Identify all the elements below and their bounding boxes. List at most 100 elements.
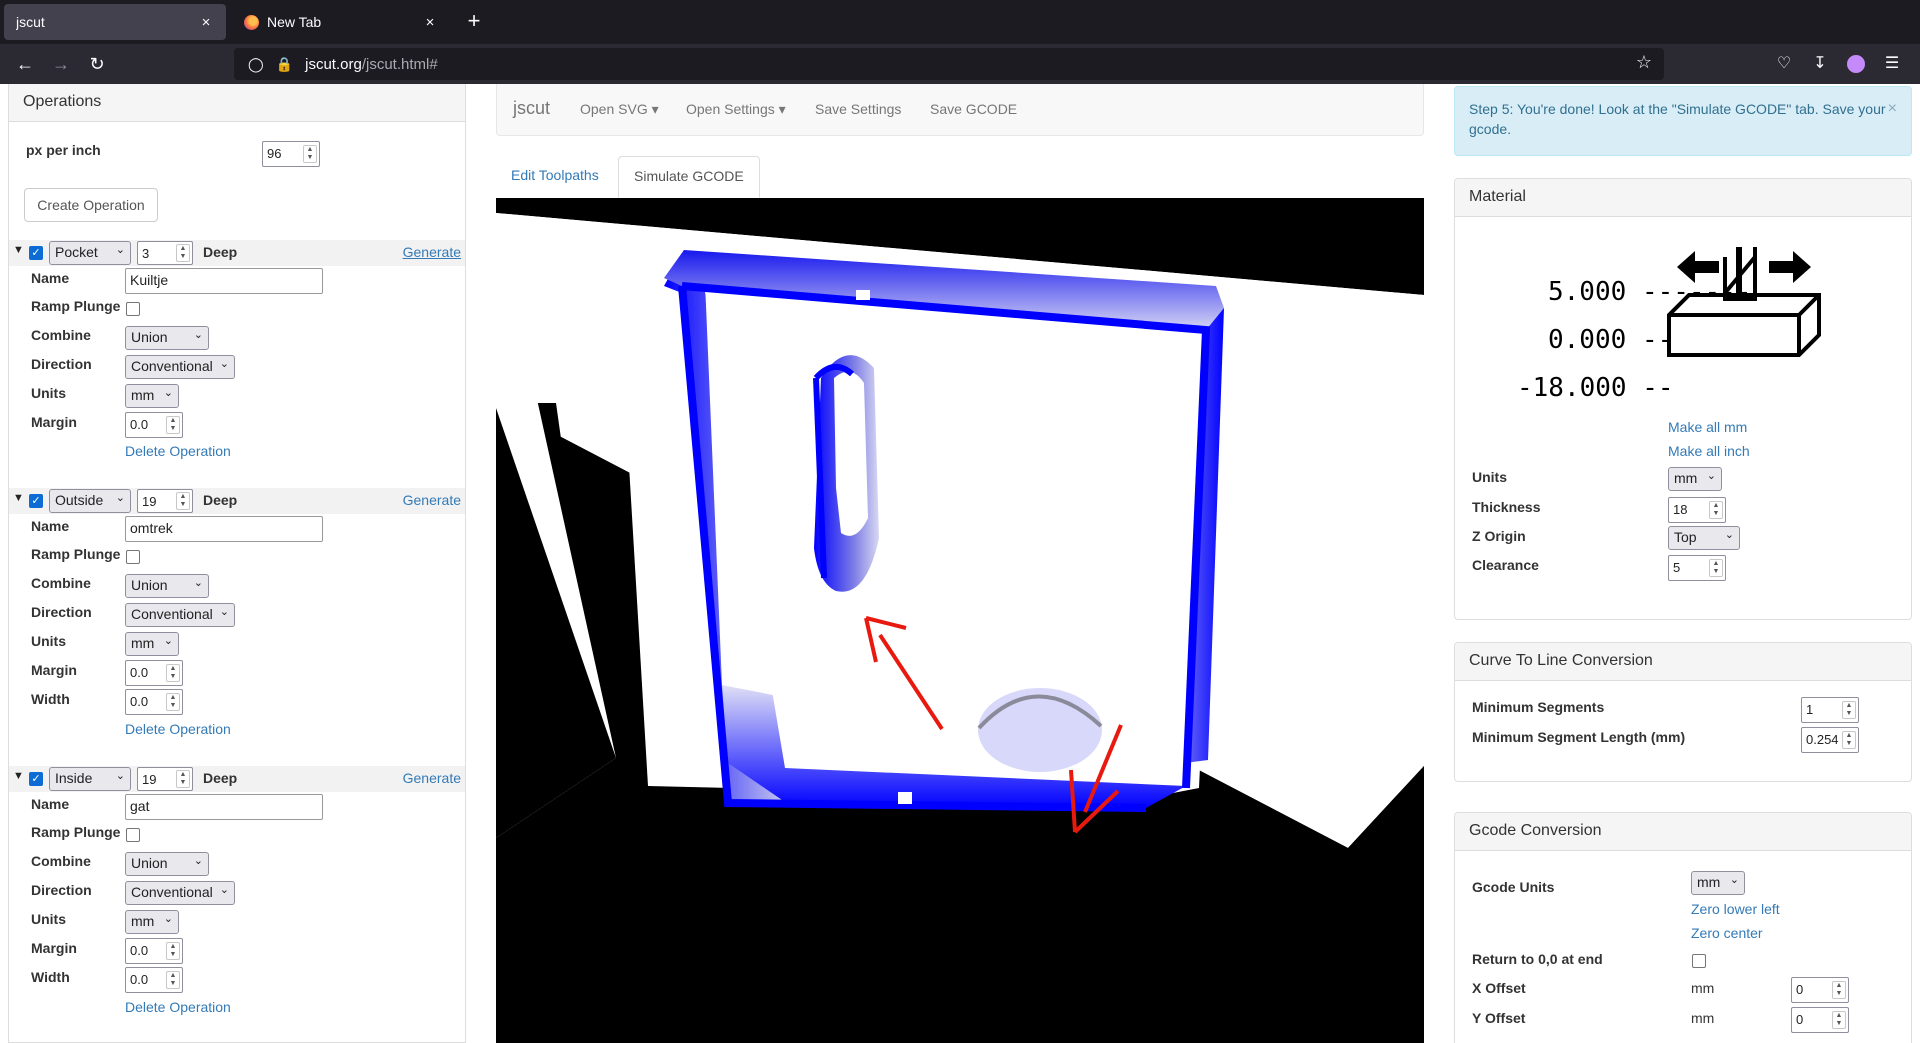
thickness-input[interactable]: 18 ▲ ▼	[1668, 497, 1726, 523]
bookmark-star-icon[interactable]: ☆	[1636, 52, 1652, 73]
operation-enabled-checkbox[interactable]: ✓	[29, 772, 43, 786]
spinner-icon[interactable]: ▲ ▼	[166, 664, 180, 682]
tab-simulate-gcode[interactable]: Simulate GCODE	[618, 156, 760, 198]
spinner-icon[interactable]: ▲ ▼	[176, 244, 190, 262]
operation-enabled-checkbox[interactable]: ✓	[29, 246, 43, 260]
url-bar[interactable]: ◯ 🔒 jscut.org/jscut.html# ☆	[234, 48, 1664, 80]
create-operation-button[interactable]: Create Operation	[24, 188, 158, 222]
spinner-icon[interactable]: ▲ ▼	[176, 770, 190, 788]
ramp-plunge-checkbox[interactable]	[126, 828, 140, 842]
y-offset-input[interactable]: 0 ▲ ▼	[1791, 1007, 1849, 1033]
min-segments-input[interactable]: 1 ▲ ▼	[1801, 697, 1859, 723]
spinner-icon[interactable]: ▲ ▼	[176, 492, 190, 510]
spinner-icon[interactable]: ▲ ▼	[166, 416, 180, 434]
generate-link[interactable]: Generate	[403, 492, 461, 508]
make-all-inch-link[interactable]: Make all inch	[1668, 443, 1750, 459]
spinner-icon[interactable]: ▲ ▼	[1709, 501, 1723, 519]
close-icon[interactable]: ×	[198, 14, 214, 31]
clearance-input[interactable]: 5 ▲ ▼	[1668, 555, 1726, 581]
save-settings-button[interactable]: Save Settings	[815, 101, 901, 117]
width-input[interactable]: 0.0 ▲ ▼	[125, 967, 183, 993]
back-icon[interactable]: ←	[11, 50, 39, 78]
brand[interactable]: jscut	[513, 98, 550, 119]
zero-lower-left-link[interactable]: Zero lower left	[1691, 901, 1780, 917]
spinner-icon[interactable]: ▲ ▼	[1832, 981, 1846, 999]
ramp-plunge-checkbox[interactable]	[126, 550, 140, 564]
chevron-down-icon: ⌄	[219, 884, 229, 896]
min-segment-length-input[interactable]: 0.254 ▲ ▼	[1801, 727, 1859, 753]
delete-operation-link[interactable]: Delete Operation	[125, 443, 231, 459]
forward-icon[interactable]: →	[47, 50, 75, 78]
direction-select[interactable]: Conventional ⌄	[125, 603, 235, 627]
generate-link[interactable]: Generate	[403, 770, 461, 786]
reload-icon[interactable]: ↻	[83, 50, 111, 78]
delete-operation-link[interactable]: Delete Operation	[125, 721, 231, 737]
spinner-icon[interactable]: ▲ ▼	[1709, 559, 1723, 577]
width-input[interactable]: 0.0 ▲ ▼	[125, 689, 183, 715]
tab-edit-toolpaths[interactable]: Edit Toolpaths	[496, 156, 614, 198]
direction-select[interactable]: Conventional ⌄	[125, 355, 235, 379]
combine-select[interactable]: Union ⌄	[125, 574, 209, 598]
operation-type-select[interactable]: Inside ⌄	[49, 767, 131, 791]
spinner-icon[interactable]: ▲ ▼	[166, 693, 180, 711]
step-alert: Step 5: You're done! Look at the "Simula…	[1454, 86, 1912, 156]
units-select[interactable]: mm ⌄	[125, 910, 179, 934]
open-svg-menu[interactable]: Open SVG ▾	[580, 101, 659, 118]
download-icon[interactable]: ↧	[1806, 50, 1834, 78]
spinner-icon[interactable]: ▲ ▼	[303, 145, 317, 163]
x-offset-input[interactable]: 0 ▲ ▼	[1791, 977, 1849, 1003]
open-settings-menu[interactable]: Open Settings ▾	[686, 101, 786, 118]
depth-input[interactable]: 19 ▲ ▼	[137, 767, 193, 791]
units-select[interactable]: mm ⌄	[125, 384, 179, 408]
collapse-triangle-icon[interactable]: ▼	[13, 770, 24, 782]
spinner-icon[interactable]: ▲ ▼	[166, 942, 180, 960]
gcode-units-select[interactable]: mm ⌄	[1691, 871, 1745, 895]
operation-type-select[interactable]: Pocket ⌄	[49, 241, 131, 265]
px-per-inch-value: 96	[267, 146, 282, 161]
menu-icon[interactable]: ☰	[1878, 50, 1906, 78]
make-all-mm-link[interactable]: Make all mm	[1668, 419, 1747, 435]
combine-select[interactable]: Union ⌄	[125, 326, 209, 350]
caret-down-icon: ▾	[778, 101, 786, 117]
close-icon[interactable]: ×	[1888, 99, 1897, 119]
operation-enabled-checkbox[interactable]: ✓	[29, 494, 43, 508]
browser-tab-jscut[interactable]: jscut ×	[4, 4, 226, 40]
spinner-icon[interactable]: ▲ ▼	[1842, 701, 1856, 719]
collapse-triangle-icon[interactable]: ▼	[13, 492, 24, 504]
margin-input[interactable]: 0.0 ▲ ▼	[125, 660, 183, 686]
margin-value: 0.0	[130, 417, 149, 432]
px-per-inch-input[interactable]: 96 ▲ ▼	[262, 141, 320, 167]
save-gcode-button[interactable]: Save GCODE	[930, 101, 1017, 117]
browser-tab-new[interactable]: New Tab ×	[232, 4, 450, 40]
depth-input[interactable]: 19 ▲ ▼	[137, 489, 193, 513]
gcode-heading: Gcode Conversion	[1455, 813, 1911, 851]
zero-center-link[interactable]: Zero center	[1691, 925, 1763, 941]
spinner-icon[interactable]: ▲ ▼	[166, 971, 180, 989]
new-tab-button[interactable]: +	[460, 8, 488, 36]
spinner-icon[interactable]: ▲ ▼	[1832, 1011, 1846, 1029]
ramp-plunge-checkbox[interactable]	[126, 302, 140, 316]
depth-input[interactable]: 3 ▲ ▼	[137, 241, 193, 265]
units-select[interactable]: mm ⌄	[125, 632, 179, 656]
generate-link[interactable]: Generate	[403, 244, 461, 260]
simulation-viewport[interactable]	[496, 198, 1424, 1043]
margin-input[interactable]: 0.0 ▲ ▼	[125, 412, 183, 438]
chevron-down-icon: ⌄	[1706, 470, 1716, 482]
operation-type-select[interactable]: Outside ⌄	[49, 489, 131, 513]
margin-input[interactable]: 0.0 ▲ ▼	[125, 938, 183, 964]
combine-select[interactable]: Union ⌄	[125, 852, 209, 876]
direction-label: Direction	[31, 882, 92, 898]
z-origin-select[interactable]: Top ⌄	[1668, 526, 1740, 550]
collapse-triangle-icon[interactable]: ▼	[13, 244, 24, 256]
pocket-icon[interactable]: ♡	[1770, 50, 1798, 78]
close-icon[interactable]: ×	[422, 14, 438, 31]
extension-icon[interactable]	[1842, 50, 1870, 78]
operation-name-input[interactable]: Kuiltje	[125, 268, 323, 294]
delete-operation-link[interactable]: Delete Operation	[125, 999, 231, 1015]
spinner-icon[interactable]: ▲ ▼	[1842, 731, 1856, 749]
direction-select[interactable]: Conventional ⌄	[125, 881, 235, 905]
return-to-origin-checkbox[interactable]	[1692, 954, 1706, 968]
operation-name-input[interactable]: omtrek	[125, 516, 323, 542]
operation-name-input[interactable]: gat	[125, 794, 323, 820]
material-units-select[interactable]: mm ⌄	[1668, 467, 1722, 491]
